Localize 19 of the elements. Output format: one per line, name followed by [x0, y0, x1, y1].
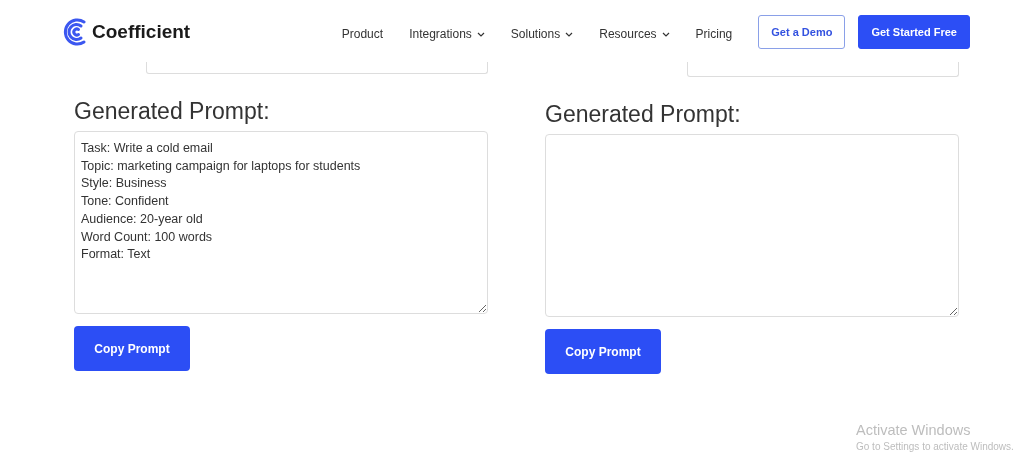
- nav-link[interactable]: Product: [341, 27, 384, 41]
- section-heading: Generated Prompt:: [74, 97, 271, 126]
- activation-title: Activate Windows: [856, 422, 972, 438]
- format-select[interactable]: [146, 62, 488, 74]
- prompt-field[interactable]: Task: Write a cold email Topic: marketing campaign for laptops for students Style: Business Tone: Confident Audience: 20-year old Word Count: 100 words Format: Text: [74, 131, 488, 314]
- logo-wordmark[interactable]: Coefficient: [92, 21, 191, 43]
- nav-link[interactable]: Solutions: [510, 27, 574, 41]
- copy-prompt-button[interactable]: Copy Prompt: [545, 329, 661, 374]
- formula-input[interactable]: [687, 62, 959, 77]
- section-heading: Generated Prompt:: [545, 100, 742, 129]
- nav-link[interactable]: Integrations: [409, 27, 485, 41]
- prompt-field[interactable]: [545, 134, 959, 317]
- copy-prompt-button[interactable]: Copy Prompt: [74, 326, 190, 371]
- get-started-button[interactable]: Get Started Free: [858, 15, 970, 49]
- nav-link[interactable]: Pricing: [695, 27, 733, 41]
- demo-button[interactable]: Get a Demo: [758, 15, 846, 49]
- nav-link[interactable]: Resources: [599, 27, 670, 41]
- logo-icon: [62, 18, 88, 46]
- activation-subtitle: Go to Settings to activate Windows.: [856, 441, 1014, 452]
